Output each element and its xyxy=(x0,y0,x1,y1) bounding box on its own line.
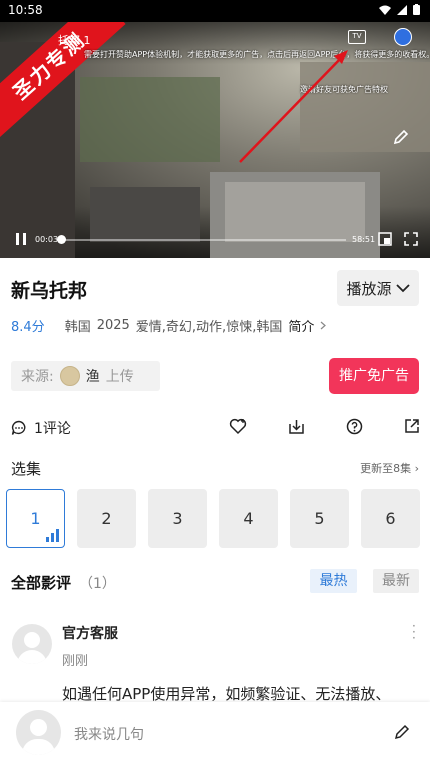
episode-item[interactable]: 5 xyxy=(290,489,349,548)
region: 韩国 xyxy=(64,320,91,335)
episodes-label: 选集 xyxy=(11,460,42,478)
seek-bar[interactable] xyxy=(62,239,346,241)
episode-number: 3 xyxy=(172,509,183,528)
source-selector-label: 播放源 xyxy=(346,279,392,298)
episode-number: 4 xyxy=(243,509,254,528)
picture-in-picture-icon[interactable] xyxy=(378,232,392,246)
chevron-right-icon: › xyxy=(414,462,419,475)
uploader-prefix: 来源: xyxy=(21,369,54,385)
video-player[interactable]: 圣力专测 托邦 1 需要打开赞助APP体验机制，才能获取更多的广告，点击后再返回… xyxy=(0,22,430,258)
help-icon[interactable] xyxy=(346,418,363,435)
sort-hot-button[interactable]: 最热 xyxy=(310,569,357,593)
episodes-update-link[interactable]: 更新至8集 › xyxy=(360,460,419,476)
episode-item[interactable]: 1 xyxy=(6,489,65,548)
seek-knob[interactable] xyxy=(57,235,66,244)
comment-count-label: 1评论 xyxy=(34,421,71,437)
status-bar: 10:58 xyxy=(0,0,430,22)
movie-meta: 8.4分 韩国 2025 爱情,奇幻,动作,惊悚,韩国 简介 xyxy=(11,316,327,335)
comment-input[interactable]: 我来说几句 xyxy=(74,724,144,744)
edit-icon[interactable] xyxy=(393,129,409,145)
episode-number: 2 xyxy=(101,509,112,528)
episode-item[interactable]: 4 xyxy=(219,489,278,548)
reviews-header: 全部影评 （1） xyxy=(11,572,116,593)
reviews-count: （1） xyxy=(79,576,116,592)
sort-new-button[interactable]: 最新 xyxy=(373,569,419,593)
promo-ad-free-button[interactable]: 推广免广告 xyxy=(329,358,419,394)
battery-icon xyxy=(413,4,420,15)
update-info-label: 更新至8集 xyxy=(360,462,412,475)
comment-icon xyxy=(11,420,26,435)
chevron-right-icon xyxy=(320,321,327,330)
uploader-info: 来源: 渔 上传 xyxy=(11,361,160,391)
status-icons xyxy=(379,4,420,15)
intro-link[interactable]: 简介 xyxy=(288,316,314,335)
vip-icon[interactable] xyxy=(394,28,412,46)
episode-list: 1 2 3 4 5 6 xyxy=(6,489,420,548)
pause-icon[interactable] xyxy=(14,232,28,246)
genres: 爱情,奇幻,动作,惊悚,韩国 xyxy=(135,320,283,335)
favorite-heart-icon[interactable] xyxy=(229,418,247,435)
total-time: 58:51 xyxy=(352,235,376,244)
episode-number: 6 xyxy=(385,509,396,528)
review-author[interactable]: 官方客服 xyxy=(62,623,118,643)
uploader-avatar xyxy=(59,366,80,386)
wifi-icon xyxy=(379,5,391,15)
current-time: 00:03 xyxy=(35,235,59,244)
episode-item[interactable]: 6 xyxy=(361,489,420,548)
signal-icon xyxy=(397,4,407,15)
status-time: 10:58 xyxy=(8,3,43,17)
more-options-icon[interactable]: · · · xyxy=(412,620,416,644)
arrow-annotation xyxy=(239,50,348,163)
fullscreen-icon[interactable] xyxy=(404,232,418,246)
episode-item[interactable]: 2 xyxy=(77,489,136,548)
avatar[interactable] xyxy=(12,624,52,664)
uploader-suffix: 上传 xyxy=(105,369,134,385)
uploader-name: 渔 xyxy=(85,369,100,385)
year: 2025 xyxy=(96,318,130,333)
tv-cast-button[interactable]: TV xyxy=(348,30,366,44)
review-text: 如遇任何APP使用异常，如频繁验证、无法播放、 xyxy=(62,685,391,703)
comment-count-button[interactable]: 1评论 xyxy=(11,418,71,438)
episode-number: 5 xyxy=(314,509,325,528)
episode-number: 1 xyxy=(30,509,41,528)
review-time: 刚刚 xyxy=(62,654,89,669)
episode-item[interactable]: 3 xyxy=(148,489,207,548)
edit-icon[interactable] xyxy=(394,724,410,740)
chevron-down-icon xyxy=(395,284,410,293)
score: 8.4分 xyxy=(11,320,45,335)
now-playing-icon xyxy=(46,529,59,542)
movie-title: 新乌托邦 xyxy=(11,280,88,302)
comment-input-bar: 我来说几句 xyxy=(0,702,430,764)
share-icon[interactable] xyxy=(404,418,420,434)
reviews-label: 全部影评 xyxy=(11,574,72,592)
avatar xyxy=(16,710,61,755)
action-row: 1评论 xyxy=(0,414,430,442)
download-icon[interactable] xyxy=(288,418,305,435)
source-selector-button[interactable]: 播放源 xyxy=(337,270,419,306)
